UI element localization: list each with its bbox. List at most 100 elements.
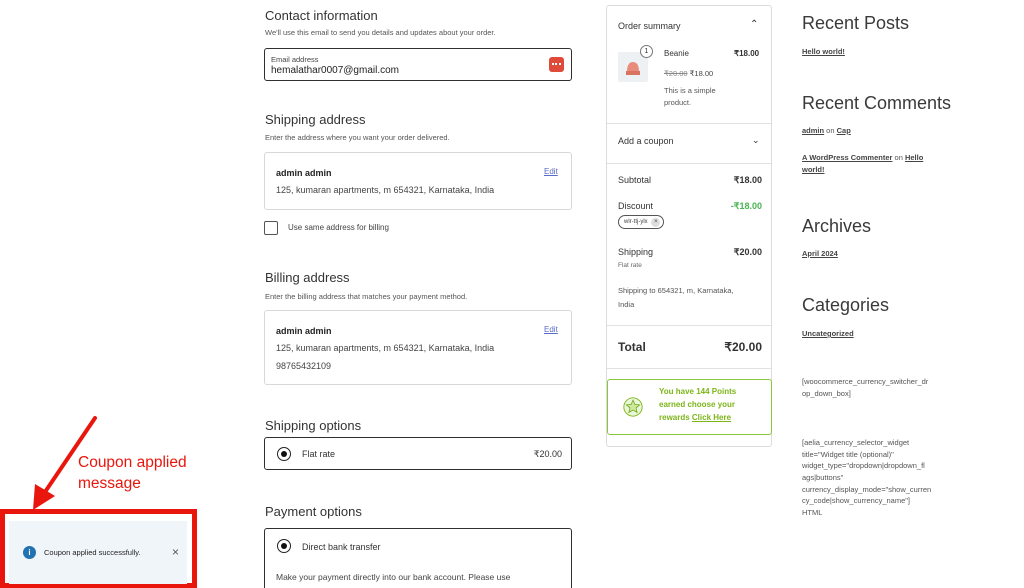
points-line3-prefix: rewards <box>659 412 692 422</box>
item-desc-line1: This is a simple <box>664 86 716 95</box>
shipping-option-flat-rate[interactable]: Flat rate ₹20.00 <box>264 437 572 470</box>
payment-radio[interactable] <box>277 539 291 553</box>
item-desc-line2: product. <box>664 98 692 107</box>
billing-address-text: 125, kumaran apartments, m 654321, Karna… <box>276 343 495 353</box>
comment-post-cap[interactable]: Cap <box>837 126 851 135</box>
recent-posts-title: Recent Posts <box>802 13 910 33</box>
annotation-highlight-box: i Coupon applied successfully. × <box>0 509 197 588</box>
annotation-line2: message <box>78 474 141 492</box>
quantity-badge: 1 <box>640 45 653 58</box>
annotation-label: Coupon applied message <box>78 453 187 495</box>
archive-link-april-2024[interactable]: April 2024 <box>802 249 838 258</box>
shipping-address-text: 125, kumaran apartments, m 654321, Karna… <box>276 185 495 195</box>
comment-author-wp[interactable]: A WordPress Commenter <box>802 153 892 162</box>
contact-title: Contact information <box>265 8 378 23</box>
billing-address-title: Billing address <box>265 270 350 285</box>
item-old-price: ₹20.00 <box>664 69 688 78</box>
remove-coupon-icon[interactable]: × <box>651 218 661 227</box>
points-line2: earned choose your <box>659 399 736 409</box>
currency-switcher-shortcode: [woocommerce_currency_switcher_dr op_dow… <box>802 376 928 399</box>
shipping-options-title: Shipping options <box>265 418 362 433</box>
shipping-to-line1: Shipping to 654321, m, Karnataka, <box>618 286 734 295</box>
star-icon <box>623 397 643 417</box>
divider <box>607 368 771 369</box>
shipping-radio[interactable] <box>277 447 291 461</box>
shipping-address-subtitle: Enter the address where you want your or… <box>265 133 450 142</box>
shipping-address-card: admin admin 125, kumaran apartments, m 6… <box>264 152 572 210</box>
billing-address-card: admin admin 125, kumaran apartments, m 6… <box>264 310 572 385</box>
toast-message: Coupon applied successfully. <box>44 548 141 557</box>
email-value: hemalathar0007@gmail.com <box>271 65 399 76</box>
shipping-option-label: Flat rate <box>302 449 336 459</box>
points-reward-box: You have 144 Points earned choose your r… <box>607 379 772 435</box>
comment-post-hello[interactable]: Hello <box>905 153 923 162</box>
payment-option-label: Direct bank transfer <box>302 542 381 552</box>
divider <box>607 123 771 124</box>
shipping-address-title: Shipping address <box>265 112 366 127</box>
order-summary-title: Order summary <box>618 21 681 31</box>
same-billing-checkbox[interactable] <box>264 221 278 235</box>
comment-1: admin on Cap <box>802 125 851 137</box>
shortcode2-line: ags|buttons" <box>802 472 844 482</box>
shortcode1-line-a: [woocommerce_currency_switcher_dr <box>802 377 929 386</box>
shipping-value: ₹20.00 <box>733 247 762 257</box>
billing-phone: 98765432109 <box>276 361 332 371</box>
categories-title: Categories <box>802 295 890 315</box>
comment-2-on: on <box>892 153 905 162</box>
toast-close-icon[interactable]: × <box>172 545 179 559</box>
billing-address-subtitle: Enter the billing address that matches y… <box>265 292 468 301</box>
total-value: ₹20.00 <box>724 340 762 354</box>
category-link-uncategorized[interactable]: Uncategorized <box>802 329 854 338</box>
shortcode2-line: currency_display_mode="show_curren <box>802 484 932 494</box>
same-billing-label: Use same address for billing <box>288 223 389 232</box>
item-price: ₹18.00 <box>734 49 760 58</box>
coupon-chip: wlr-ttj-ylx × <box>618 215 665 229</box>
post-link-hello-world[interactable]: Hello world! <box>802 47 845 56</box>
shipping-label: Shipping <box>618 247 654 257</box>
billing-name: admin admin <box>276 326 332 336</box>
click-here-link[interactable]: Click Here <box>692 413 731 422</box>
chevron-down-icon[interactable]: ⌄ <box>752 135 760 146</box>
comment-2: A WordPress Commenter on Hello world! <box>802 152 952 175</box>
divider <box>607 325 771 326</box>
item-new-price: ₹18.00 <box>689 69 714 78</box>
payment-options-title: Payment options <box>265 504 362 519</box>
email-label: Email address <box>271 55 319 64</box>
divider <box>607 163 771 164</box>
order-summary-panel: Order summary ⌃ 1 Beanie ₹18.00 ₹20.00 ₹… <box>606 5 772 447</box>
points-line1: You have 144 Points <box>659 387 737 396</box>
chevron-up-icon[interactable]: ⌃ <box>750 19 758 30</box>
shortcode2-line: title="Widget title (optional)" <box>802 449 894 459</box>
shortcode2-line: cy_code|show_currency_name"] <box>802 496 910 506</box>
payment-description: Make your payment directly into our bank… <box>276 572 511 582</box>
item-name: Beanie <box>664 49 689 58</box>
shortcode2-line: [aelia_currency_selector_widget <box>802 438 910 447</box>
points-text: You have 144 Points earned choose your r… <box>659 386 736 424</box>
points-line3: rewards Click Here <box>659 412 736 425</box>
shortcode1-line-b: op_down_box] <box>802 388 851 398</box>
shipping-option-price: ₹20.00 <box>533 449 562 459</box>
shortcode2-line: HTML <box>802 507 823 517</box>
subtotal-label: Subtotal <box>618 175 652 185</box>
item-price-row: ₹20.00 ₹18.00 <box>664 69 713 78</box>
password-manager-icon[interactable] <box>549 57 564 72</box>
subtotal-value: ₹18.00 <box>733 175 762 185</box>
discount-label: Discount <box>618 201 654 211</box>
comment-post-world[interactable]: world! <box>802 165 825 174</box>
toast-notice: i Coupon applied successfully. × <box>9 521 187 584</box>
recent-comments-title: Recent Comments <box>802 93 952 113</box>
annotation-line1: Coupon applied <box>78 454 187 471</box>
shipping-name: admin admin <box>276 168 332 178</box>
billing-edit-link[interactable]: Edit <box>544 325 558 334</box>
contact-subtitle: We'll use this email to send you details… <box>265 28 496 37</box>
total-label: Total <box>618 340 646 354</box>
payment-option-bank[interactable]: Direct bank transfer Make your payment d… <box>264 528 572 588</box>
discount-value: -₹18.00 <box>730 201 762 211</box>
add-coupon-toggle[interactable]: Add a coupon <box>618 136 674 146</box>
info-icon: i <box>23 546 36 559</box>
email-field[interactable]: Email address hemalathar0007@gmail.com <box>264 48 572 81</box>
comment-author-admin[interactable]: admin <box>802 126 824 135</box>
shipping-to-line2: India <box>618 300 635 309</box>
aelia-widget-shortcode: [aelia_currency_selector_widget title="W… <box>802 437 931 518</box>
shipping-edit-link[interactable]: Edit <box>544 167 558 176</box>
